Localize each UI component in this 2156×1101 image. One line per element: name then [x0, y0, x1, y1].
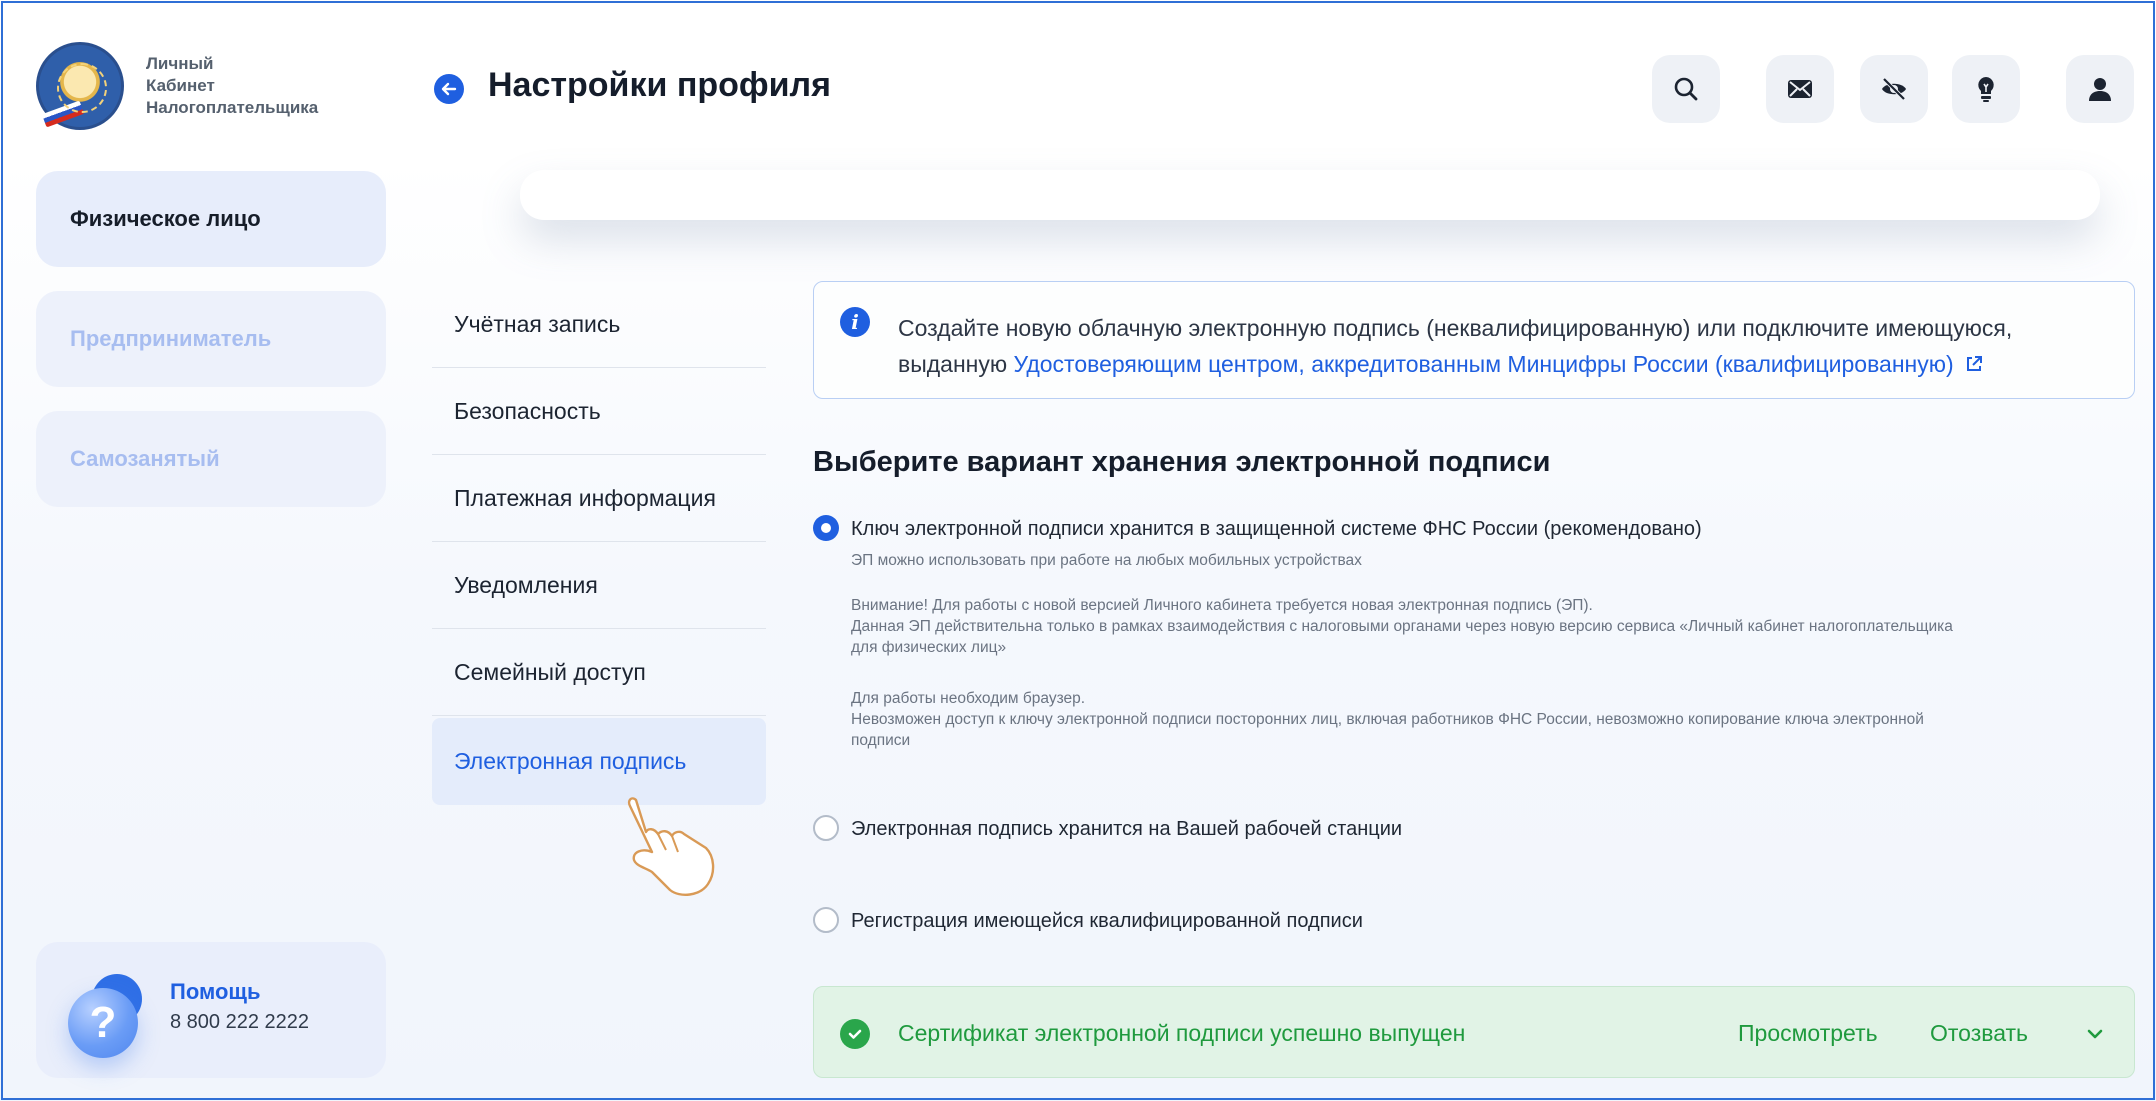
menu-item-label: Учётная запись	[454, 310, 621, 337]
mail-icon	[1788, 80, 1812, 98]
option-label-qualified: Регистрация имеющейся квалифицированной …	[851, 910, 1363, 932]
info-text: Создайте новую облачную электронную подп…	[898, 310, 2118, 382]
menu-item-label: Платежная информация	[454, 484, 716, 511]
radio-workstation-storage[interactable]	[813, 815, 839, 841]
menu-item-family[interactable]: Семейный доступ	[432, 629, 766, 716]
info-box: i Создайте новую облачную электронную по…	[813, 281, 2135, 399]
sidebar-item-individual[interactable]: Физическое лицо	[36, 171, 386, 267]
profile-button[interactable]	[2066, 55, 2134, 123]
question-icon: ?	[64, 964, 156, 1058]
logo[interactable]: Личный Кабинет Налогоплательщика	[36, 42, 318, 130]
user-icon	[2089, 78, 2111, 101]
option-note: Для работы необходим браузер. Невозможен…	[851, 690, 1924, 749]
settings-menu: Учётная запись Безопасность Платежная ин…	[432, 281, 766, 805]
visibility-button[interactable]	[1860, 55, 1928, 123]
menu-item-label: Электронная подпись	[454, 748, 687, 774]
search-button[interactable]	[1652, 55, 1720, 123]
sidebar-item-entrepreneur[interactable]: Предприниматель	[36, 291, 386, 387]
menu-item-label: Уведомления	[454, 571, 598, 598]
menu-item-account[interactable]: Учётная запись	[432, 281, 766, 368]
logo-text: Личный Кабинет Налогоплательщика	[146, 54, 319, 117]
option-warning: Внимание! Для работы с новой версией Лич…	[851, 597, 1953, 656]
help-card[interactable]: ? Помощь 8 800 222 2222	[36, 942, 386, 1078]
blurred-card	[520, 170, 2100, 220]
back-button[interactable]	[434, 74, 464, 104]
sidebar-item-label: Предприниматель	[70, 326, 272, 351]
menu-item-notifications[interactable]: Уведомления	[432, 542, 766, 629]
option-label-workstation: Электронная подпись хранится на Вашей ра…	[851, 818, 1403, 840]
menu-item-security[interactable]: Безопасность	[432, 368, 766, 455]
help-title: Помощь	[170, 978, 261, 1004]
sidebar-item-label: Физическое лицо	[70, 206, 261, 231]
option-hint: ЭП можно использовать при работе на любы…	[851, 552, 1362, 569]
option-label-fns-storage: Ключ электронной подписи хранится в защи…	[851, 518, 1702, 540]
info-icon: i	[840, 307, 870, 337]
view-certificate-link[interactable]: Просмотреть	[1738, 1020, 1878, 1047]
help-phone: 8 800 222 2222	[170, 1010, 310, 1033]
accredited-ca-link[interactable]: Удостоверяющим центром, аккредитованным …	[1014, 351, 1985, 377]
sidebar-item-label: Самозанятый	[70, 446, 220, 471]
radio-qualified-registration[interactable]	[813, 907, 839, 933]
radio-fns-storage[interactable]	[813, 515, 839, 541]
page-title: Настройки профиля	[488, 66, 831, 104]
fns-emblem-icon	[36, 42, 124, 130]
section-title: Выберите вариант хранения электронной по…	[813, 446, 1551, 478]
arrow-left-icon	[441, 82, 457, 96]
external-link-icon	[1967, 356, 1983, 371]
tips-button[interactable]	[1952, 55, 2020, 123]
sidebar-item-self-employed[interactable]: Самозанятый	[36, 411, 386, 507]
menu-item-label: Безопасность	[454, 397, 601, 424]
messages-button[interactable]	[1766, 55, 1834, 123]
certificate-status-bar: Сертификат электронной подписи успешно в…	[813, 986, 2135, 1078]
menu-item-label: Семейный доступ	[454, 658, 646, 685]
certificate-status-text: Сертификат электронной подписи успешно в…	[898, 1020, 1466, 1046]
check-circle-icon	[840, 1019, 870, 1049]
eye-off-icon	[1882, 77, 1906, 101]
pointer-hand-icon	[627, 797, 715, 896]
chevron-down-icon[interactable]	[2082, 1021, 2108, 1047]
search-icon	[1674, 77, 1698, 101]
lightbulb-icon	[1978, 77, 1994, 102]
revoke-certificate-link[interactable]: Отозвать	[1930, 1020, 2028, 1047]
menu-item-payment[interactable]: Платежная информация	[432, 455, 766, 542]
